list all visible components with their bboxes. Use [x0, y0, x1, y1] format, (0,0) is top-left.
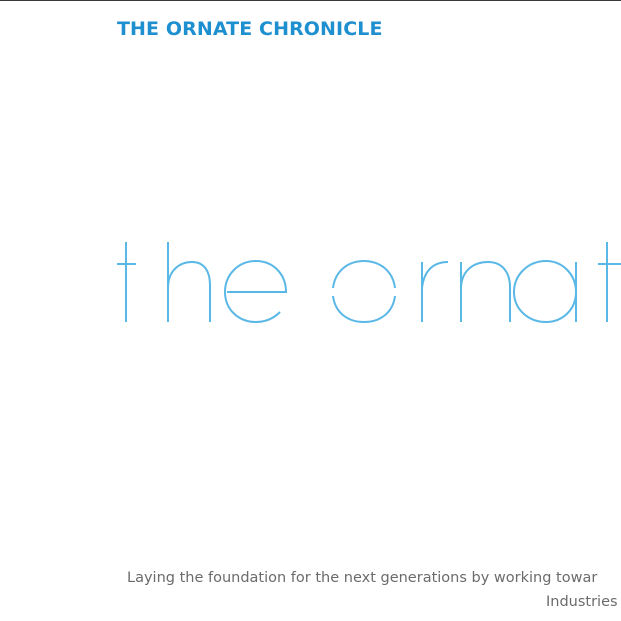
wordmark-graphic: [117, 242, 621, 324]
wordmark-letter-t-2: [598, 242, 621, 322]
wordmark-letter-n: [460, 260, 511, 322]
top-rule: [0, 0, 621, 1]
site-title[interactable]: THE ORNATE CHRONICLE: [117, 18, 383, 40]
hero-wordmark: the ornat: [0, 230, 621, 340]
wordmark-letter-h: [167, 242, 211, 322]
wordmark-letter-o: [332, 259, 396, 324]
wordmark-letter-r: [421, 261, 449, 322]
tagline-line-2: Industries: [546, 594, 618, 610]
wordmark-letter-e: [223, 259, 288, 324]
wordmark-letter-t: [117, 242, 136, 322]
wordmark-letter-a: [512, 259, 577, 324]
tagline-line-1: Laying the foundation for the next gener…: [127, 570, 598, 586]
